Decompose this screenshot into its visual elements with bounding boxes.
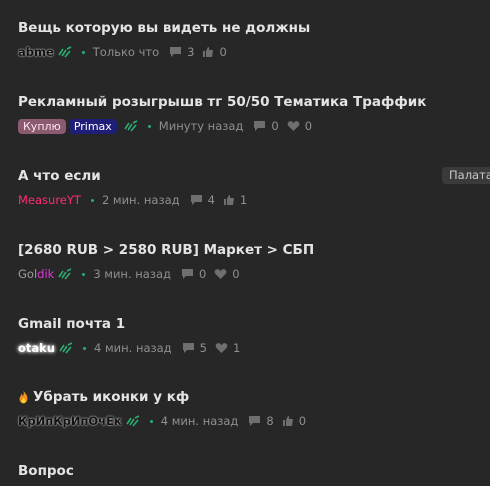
thread-title[interactable]: Вещь которую вы видеть не должны — [18, 20, 488, 36]
thread-time: 4 мин. назад — [160, 414, 239, 428]
like-count-value: 0 — [304, 119, 313, 133]
separator-dot — [147, 124, 151, 128]
prefix-badge-buy[interactable]: Куплю — [18, 118, 66, 134]
reply-count: 5 — [182, 341, 207, 355]
reply-count-value: 0 — [271, 119, 279, 133]
thread-feed: Вещь которую вы видеть не должны abme То… — [0, 0, 490, 486]
thread-title[interactable]: Рекламный розыгрышв тг 50/50 Тематика Тр… — [18, 94, 488, 110]
thread-meta: abme Только что 3 0 — [18, 44, 235, 60]
thread-item[interactable]: Вещь которую вы видеть не должны abme То… — [18, 20, 488, 59]
separator-dot — [81, 50, 85, 54]
reply-count-value: 0 — [198, 267, 207, 281]
thread-time: 3 мин. назад — [93, 267, 171, 281]
thread-meta: MeasureYT 2 мин. назад 4 1 — [18, 192, 255, 208]
comment-icon — [254, 121, 266, 131]
green-eye-icon — [58, 268, 72, 280]
like-count-value: 1 — [239, 193, 248, 207]
separator-dot — [83, 346, 86, 350]
thumbs-up-icon — [203, 47, 214, 57]
heart-icon — [215, 343, 228, 353]
reply-count: 4 — [190, 193, 215, 207]
separator-dot — [82, 272, 86, 276]
comment-icon — [181, 269, 193, 279]
green-eye-icon — [59, 342, 73, 354]
reply-count: 3 — [169, 45, 194, 59]
thread-item[interactable]: А что если MeasureYT 2 мин. назад 4 1 — [18, 168, 488, 207]
thread-author[interactable]: otaku — [18, 340, 55, 356]
thread-time: 4 мин. назад — [94, 341, 172, 355]
separator-dot — [149, 419, 153, 423]
like-count-value: 0 — [298, 414, 307, 428]
thumbs-up-icon — [282, 416, 293, 426]
thread-author[interactable]: MeasureYT — [18, 192, 81, 208]
thread-title[interactable]: Убрать иконки у кф — [33, 389, 189, 405]
prefix-badge-primax[interactable]: Primax — [68, 118, 117, 134]
thread-time: 2 мин. назад — [101, 193, 180, 207]
thread-item[interactable]: Gmail почта 1 otaku 4 мин. назад 5 1 — [18, 316, 488, 355]
thread-title[interactable]: А что если — [18, 168, 488, 184]
thread-title-row[interactable]: Убрать иконки у кф — [18, 389, 488, 405]
like-count-value: 0 — [232, 267, 240, 281]
like-count: 0 — [282, 414, 306, 428]
green-eye-icon — [58, 46, 72, 58]
thread-author[interactable]: КрИпКрИпОчЕк — [18, 413, 122, 429]
thread-title[interactable]: Вопрос — [18, 463, 488, 479]
thread-author[interactable]: abme — [18, 44, 54, 60]
thread-meta: Куплю Primax Минуту назад 0 0 — [18, 118, 320, 134]
like-count: 0 — [214, 267, 240, 281]
thread-time: Минуту назад — [158, 119, 244, 133]
reply-count-value: 3 — [187, 45, 195, 59]
separator-dot — [90, 198, 94, 202]
thread-item[interactable]: Рекламный розыгрышв тг 50/50 Тематика Тр… — [18, 94, 488, 134]
like-count-value: 0 — [219, 45, 227, 59]
reply-count-value: 8 — [266, 414, 274, 428]
comment-icon — [182, 343, 194, 353]
reply-count-value: 5 — [199, 341, 207, 355]
like-count: 0 — [287, 119, 312, 133]
heart-icon — [287, 121, 300, 131]
thread-title[interactable]: Gmail почта 1 — [18, 316, 488, 332]
thread-time: Только что — [92, 45, 160, 59]
thread-author[interactable]: Goldik — [18, 266, 54, 282]
author-part-2: dik — [37, 267, 55, 281]
thread-title[interactable]: [2680 RUB > 2580 RUB] Маркет > СБП — [18, 242, 488, 258]
reply-count: 8 — [248, 414, 274, 428]
thread-meta: otaku 4 мин. назад 5 1 — [18, 340, 248, 356]
thumbs-up-icon — [223, 195, 234, 205]
thread-item[interactable]: Вопрос — [18, 463, 488, 479]
comment-icon — [249, 416, 261, 426]
reply-count: 0 — [181, 267, 206, 281]
like-count: 1 — [215, 341, 240, 355]
side-tag[interactable]: Палата — [442, 167, 490, 184]
comment-icon — [190, 195, 202, 205]
heart-icon — [214, 269, 227, 279]
like-count-value: 1 — [232, 341, 241, 355]
thread-meta: Goldik 3 мин. назад 0 0 — [18, 266, 248, 282]
like-count: 0 — [202, 45, 227, 59]
green-eye-icon — [126, 415, 140, 427]
thread-meta: КрИпКрИпОчЕк 4 мин. назад 8 0 — [18, 413, 314, 429]
fire-icon — [19, 390, 28, 404]
reply-count-value: 4 — [207, 193, 215, 207]
comment-icon — [170, 47, 182, 57]
thread-item[interactable]: [2680 RUB > 2580 RUB] Маркет > СБП Goldi… — [18, 242, 488, 281]
thread-item[interactable]: Убрать иконки у кф КрИпКрИпОчЕк 4 мин. н… — [18, 389, 488, 428]
reply-count: 0 — [253, 119, 279, 133]
like-count: 1 — [223, 193, 247, 207]
green-eye-icon — [124, 120, 138, 132]
author-part-1: Gol — [18, 267, 38, 281]
